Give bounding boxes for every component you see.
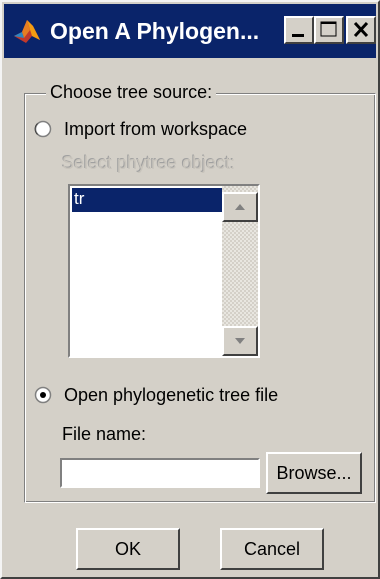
minimize-icon [292, 34, 304, 37]
arrow-up-icon [235, 204, 245, 210]
title-bar[interactable]: Open A Phylogen... [4, 4, 376, 58]
file-name-label: File name: [62, 424, 147, 444]
cancel-button[interactable]: Cancel [220, 528, 324, 570]
open-file-radio[interactable] [34, 386, 52, 404]
import-workspace-radio[interactable] [34, 120, 52, 138]
maximize-icon [320, 21, 337, 37]
dialog-window: Open A Phylogen... Choose tree source: I… [0, 0, 380, 579]
close-icon [353, 21, 369, 38]
browse-button[interactable]: Browse... [266, 452, 362, 494]
select-phytree-label: Select phytree object: [62, 153, 236, 173]
arrow-down-icon [235, 338, 245, 344]
import-workspace-label[interactable]: Import from workspace [64, 117, 247, 141]
group-label: Choose tree source: [46, 80, 217, 104]
open-file-label[interactable]: Open phylogenetic tree file [64, 383, 278, 407]
close-button[interactable] [346, 16, 376, 44]
scroll-up-button[interactable] [222, 192, 258, 222]
maximize-button[interactable] [314, 16, 344, 44]
matlab-logo-icon [14, 20, 40, 43]
listbox-scrollbar[interactable] [222, 186, 258, 356]
list-item[interactable]: tr [72, 188, 222, 212]
minimize-button[interactable] [284, 16, 314, 44]
scroll-down-button[interactable] [222, 326, 258, 356]
phytree-listbox[interactable]: tr [68, 184, 260, 358]
window-title: Open A Phylogen... [50, 18, 260, 44]
file-name-input[interactable] [60, 458, 260, 488]
ok-button[interactable]: OK [76, 528, 180, 570]
